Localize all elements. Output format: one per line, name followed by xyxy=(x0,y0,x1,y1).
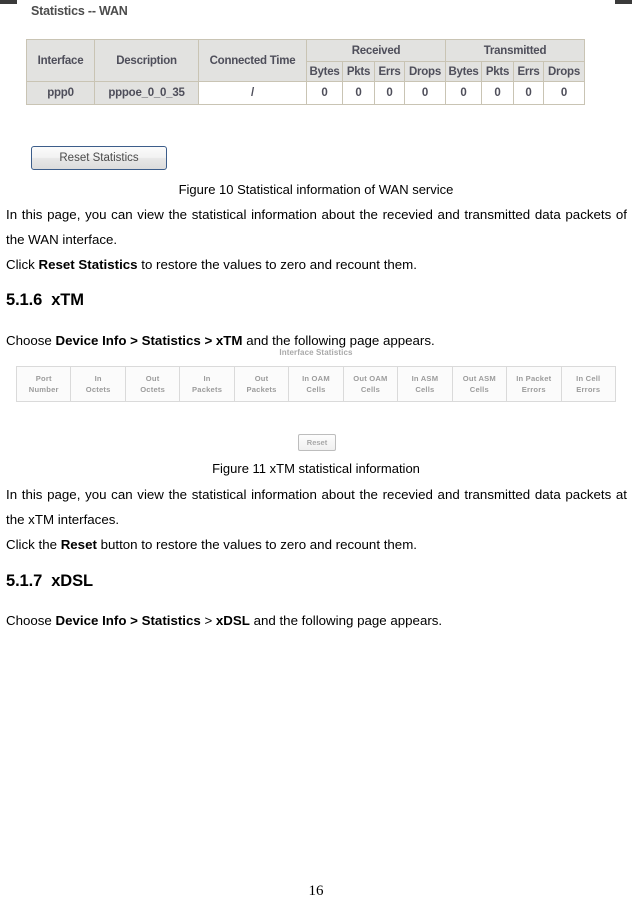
cell-transmitted-errs: 0 xyxy=(513,81,544,105)
table-header-row: Port Number In Octets Out Octets In Pack… xyxy=(15,366,617,402)
column-header-received-bytes: Bytes xyxy=(306,61,343,82)
column-header-transmitted-errs: Errs xyxy=(513,61,544,82)
cell-transmitted-pkts: 0 xyxy=(481,81,514,105)
column-header-in-packets: In Packets xyxy=(179,366,235,402)
column-header-port-number: Port Number xyxy=(15,366,72,402)
column-header-in-asm-cells: In ASM Cells xyxy=(397,366,453,402)
column-header-out-octets: Out Octets xyxy=(124,366,181,402)
reset-button[interactable]: Reset xyxy=(298,434,336,451)
column-header-in-oam-cells: In OAM Cells xyxy=(288,366,344,402)
figure-10-caption: Figure 10 Statistical information of WAN… xyxy=(178,182,454,197)
cell-transmitted-drops: 0 xyxy=(543,81,585,105)
column-header-line1: Out xyxy=(145,374,160,383)
cell-connected-time: / xyxy=(198,81,307,105)
wan-page-title: Statistics -- WAN xyxy=(31,4,128,18)
column-header-received-pkts: Pkts xyxy=(342,61,375,82)
xtm-choose-bold: Device Info > Statistics > xTM xyxy=(55,333,243,348)
figure-11-caption: Figure 11 xTM statistical information xyxy=(212,461,420,476)
column-header-line1: In Cell xyxy=(576,374,601,383)
section-number-xtm: 5.1.6 xyxy=(6,291,43,309)
column-header-received: Received xyxy=(306,39,446,62)
page-number: 16 xyxy=(308,883,324,899)
xtm-reset-instruction-suffix: button to restore the values to zero and… xyxy=(96,537,417,552)
cell-received-bytes: 0 xyxy=(306,81,343,105)
xtm-choose-suffix: and the following page appears. xyxy=(242,333,435,348)
xdsl-choose-bold-1: Device Info > Statistics xyxy=(55,613,201,628)
column-header-line1: Out xyxy=(254,374,269,383)
cell-description: pppoe_0_0_35 xyxy=(94,81,199,105)
wan-statistics-table: Interface Description Connected Time Rec… xyxy=(26,39,585,105)
column-header-transmitted-drops: Drops xyxy=(543,61,585,82)
wan-reset-instruction-suffix: to restore the values to zero and recoun… xyxy=(137,257,417,272)
xdsl-choose-bold-2: xDSL xyxy=(215,613,250,628)
xtm-reset-instruction: Click the Reset button to restore the va… xyxy=(6,532,627,557)
cell-received-pkts: 0 xyxy=(342,81,375,105)
table-header-row-groups: Interface Description Connected Time Rec… xyxy=(26,39,585,82)
column-header-out-asm-cells: Out ASM Cells xyxy=(451,366,508,402)
xtm-description-paragraph: In this page, you can view the statistic… xyxy=(6,487,627,527)
column-header-line2: Cells xyxy=(415,385,435,394)
section-heading-xdsl: 5.1.7 xDSL xyxy=(6,572,93,591)
wan-reset-instruction-bold: Reset Statistics xyxy=(38,257,138,272)
column-header-line2: Cells xyxy=(306,385,326,394)
xtm-interface-statistics-table: Port Number In Octets Out Octets In Pack… xyxy=(15,366,617,402)
column-header-line2: Packets xyxy=(192,385,223,394)
wan-statistics-screenshot: Statistics -- WAN Interface Description … xyxy=(0,0,632,178)
wan-description-paragraph: In this page, you can view the statistic… xyxy=(6,207,627,247)
column-header-received-errs: Errs xyxy=(374,61,405,82)
column-header-transmitted-pkts: Pkts xyxy=(481,61,514,82)
column-header-in-cell-errors: In Cell Errors xyxy=(560,366,617,402)
column-header-line1: In OAM xyxy=(302,374,330,383)
column-header-line2: Errors xyxy=(521,385,546,394)
column-header-line2: Octets xyxy=(85,385,111,394)
wan-reset-instruction-prefix: Click xyxy=(6,257,39,272)
column-header-line1: Out OAM xyxy=(353,374,388,383)
column-header-line2: Number xyxy=(28,385,59,394)
column-header-line2: Errors xyxy=(576,385,601,394)
column-header-line2: Packets xyxy=(246,385,277,394)
column-header-line1: In ASM xyxy=(411,374,439,383)
xtm-table-caption: Interface Statistics xyxy=(279,348,353,357)
xtm-reset-instruction-bold: Reset xyxy=(60,537,97,552)
column-header-line1: Out ASM xyxy=(462,374,496,383)
table-row: ppp0 pppoe_0_0_35 / 0 0 0 0 0 0 0 0 xyxy=(26,81,585,105)
column-header-line2: Cells xyxy=(360,385,381,394)
section-title-xtm: xTM xyxy=(51,291,84,309)
xdsl-choose-path: Choose Device Info > Statistics > xDSL a… xyxy=(6,608,627,633)
cell-interface: ppp0 xyxy=(26,81,95,105)
column-header-in-octets: In Octets xyxy=(70,366,126,402)
column-header-transmitted: Transmitted xyxy=(445,39,585,62)
column-header-out-oam-cells: Out OAM Cells xyxy=(342,366,399,402)
column-header-line1: In xyxy=(203,374,211,383)
xdsl-choose-separator: > xyxy=(200,613,216,628)
column-header-interface: Interface xyxy=(26,39,95,82)
column-header-line1: Port xyxy=(35,374,52,383)
cell-received-errs: 0 xyxy=(374,81,405,105)
section-title-xdsl: xDSL xyxy=(51,572,93,590)
column-header-out-packets: Out Packets xyxy=(233,366,290,402)
xtm-reset-instruction-prefix: Click the xyxy=(6,537,61,552)
xdsl-choose-prefix: Choose xyxy=(6,613,56,628)
column-header-line1: In Packet xyxy=(516,374,552,383)
column-header-line1: In xyxy=(94,374,102,383)
column-header-connected-time: Connected Time xyxy=(198,39,307,82)
xtm-choose-prefix: Choose xyxy=(6,333,56,348)
reset-statistics-button[interactable]: Reset Statistics xyxy=(31,146,167,170)
wan-reset-instruction: Click Reset Statistics to restore the va… xyxy=(6,252,627,277)
column-header-transmitted-bytes: Bytes xyxy=(445,61,482,82)
section-heading-xtm: 5.1.6 xTM xyxy=(6,291,84,310)
column-header-in-packet-errors: In Packet Errors xyxy=(506,366,562,402)
cell-transmitted-bytes: 0 xyxy=(445,81,482,105)
xdsl-choose-suffix: and the following page appears. xyxy=(249,613,443,628)
column-header-description: Description xyxy=(94,39,199,82)
column-header-received-drops: Drops xyxy=(404,61,446,82)
column-header-line2: Octets xyxy=(140,385,166,394)
section-number-xdsl: 5.1.7 xyxy=(6,572,43,590)
cell-received-drops: 0 xyxy=(404,81,446,105)
column-header-line2: Cells xyxy=(469,385,489,394)
